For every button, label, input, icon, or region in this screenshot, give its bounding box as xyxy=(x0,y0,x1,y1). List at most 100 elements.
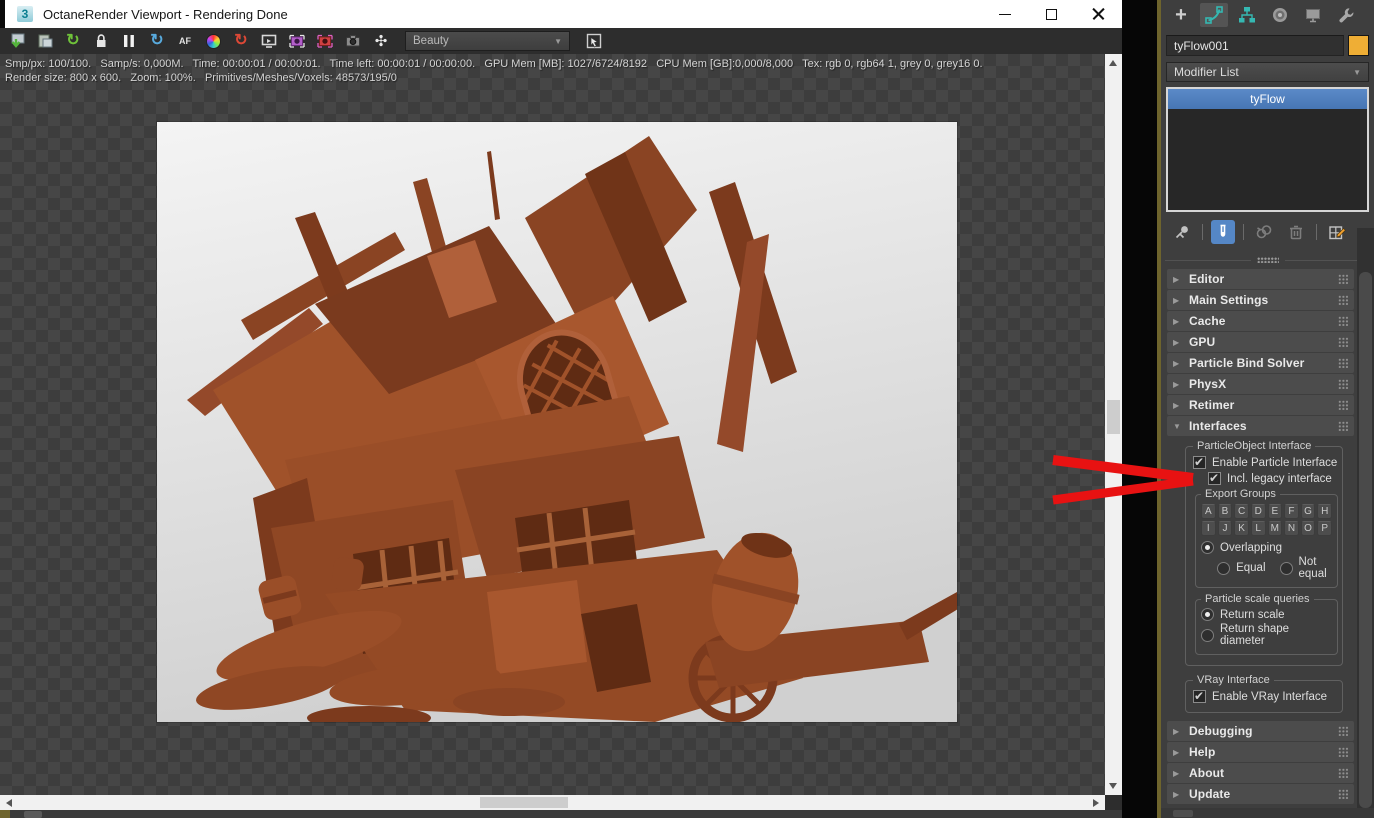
rollout-main-settings[interactable]: Main Settings xyxy=(1167,290,1354,310)
render-viewport-canvas[interactable]: Smp/px: 100/100. Samp/s: 0,000M. Time: 0… xyxy=(0,54,1105,795)
modifier-stack-item-tyflow[interactable]: tyFlow xyxy=(1168,89,1367,109)
vertical-scrollbar-thumb[interactable] xyxy=(1107,400,1120,434)
purple-camera-icon[interactable] xyxy=(287,31,307,51)
picker-icon[interactable] xyxy=(584,31,604,51)
window-titlebar[interactable]: 3 OctaneRender Viewport - Rendering Done xyxy=(0,0,1122,28)
rollout-label: GPU xyxy=(1189,335,1216,349)
make-unique-icon[interactable] xyxy=(1252,220,1276,244)
horizontal-scrollbar[interactable] xyxy=(0,795,1105,810)
export-group-d-button[interactable]: D xyxy=(1250,504,1266,519)
render-image[interactable] xyxy=(157,122,957,722)
horizontal-scrollbar-thumb[interactable] xyxy=(480,797,568,808)
scroll-left-icon[interactable] xyxy=(6,799,12,807)
camera-icon[interactable] xyxy=(343,31,363,51)
rollout-about[interactable]: About xyxy=(1167,763,1354,783)
object-color-swatch[interactable] xyxy=(1348,35,1369,56)
rollout-physx[interactable]: PhysX xyxy=(1167,374,1354,394)
expand-arrow-icon xyxy=(1173,769,1181,778)
object-name-input[interactable]: tyFlow001 xyxy=(1166,35,1344,56)
save-image-button[interactable] xyxy=(7,31,27,51)
tab-utilities[interactable] xyxy=(1332,3,1360,27)
scroll-down-icon[interactable] xyxy=(1109,783,1117,789)
rollout-update[interactable]: Update xyxy=(1167,784,1354,804)
monitor-icon[interactable] xyxy=(259,31,279,51)
pin-stack-icon[interactable] xyxy=(1170,220,1194,244)
rollout-help[interactable]: Help xyxy=(1167,742,1354,762)
overlapping-radio[interactable]: Overlapping xyxy=(1201,541,1334,554)
lock-icon[interactable] xyxy=(91,31,111,51)
export-group-p-button[interactable]: P xyxy=(1317,521,1332,536)
color-wheel-icon[interactable] xyxy=(203,31,223,51)
return-scale-radio[interactable]: Return scale xyxy=(1201,608,1334,621)
rollout-label: Cache xyxy=(1189,314,1226,328)
radio-label: Equal xyxy=(1236,562,1266,574)
remove-modifier-icon[interactable] xyxy=(1284,220,1308,244)
render-pass-dropdown[interactable]: Beauty xyxy=(405,31,570,51)
separator xyxy=(1243,224,1244,240)
pause-icon[interactable] xyxy=(119,31,139,51)
export-group-e-button[interactable]: E xyxy=(1267,504,1283,519)
panel-scrollbar[interactable] xyxy=(1357,228,1374,818)
group-title: ParticleObject Interface xyxy=(1197,440,1312,452)
tab-modify[interactable] xyxy=(1200,3,1228,27)
show-end-result-button[interactable] xyxy=(1211,220,1235,244)
panel-bottom-edge xyxy=(1161,808,1374,818)
radio-selected-icon xyxy=(1201,608,1214,621)
window-left-edge xyxy=(0,0,5,28)
rollout-gpu[interactable]: GPU xyxy=(1167,332,1354,352)
collapse-arrow-icon xyxy=(1173,422,1181,431)
return-shape-diameter-radio[interactable]: Return shape diameter xyxy=(1201,623,1334,647)
autofocus-icon[interactable]: AF xyxy=(175,31,195,51)
export-group-o-button[interactable]: O xyxy=(1300,521,1316,536)
tab-motion[interactable] xyxy=(1266,3,1294,27)
export-group-h-button[interactable]: H xyxy=(1317,504,1332,519)
modify-icon xyxy=(1205,6,1223,24)
export-group-c-button[interactable]: C xyxy=(1234,504,1249,519)
rollout-interfaces[interactable]: Interfaces xyxy=(1167,416,1354,436)
restart-render-icon[interactable]: ↻ xyxy=(63,31,83,51)
export-group-k-button[interactable]: K xyxy=(1234,521,1249,536)
modifier-list-label: Modifier List xyxy=(1174,65,1239,79)
minimize-button[interactable] xyxy=(981,0,1028,28)
rollout-particle-bind-solver[interactable]: Particle Bind Solver xyxy=(1167,353,1354,373)
export-group-f-button[interactable]: F xyxy=(1284,504,1299,519)
rollout-cache[interactable]: Cache xyxy=(1167,311,1354,331)
rollout-debugging[interactable]: Debugging xyxy=(1167,721,1354,741)
export-group-j-button[interactable]: J xyxy=(1217,521,1233,536)
scroll-up-icon[interactable] xyxy=(1109,60,1117,66)
modifier-list-dropdown[interactable]: Modifier List xyxy=(1166,62,1369,82)
incl-legacy-interface-checkbox[interactable]: Incl. legacy interface xyxy=(1208,471,1338,485)
export-group-i-button[interactable]: I xyxy=(1201,521,1216,536)
enable-particle-interface-checkbox[interactable]: Enable Particle Interface xyxy=(1193,455,1338,469)
enable-vray-interface-checkbox[interactable]: Enable VRay Interface xyxy=(1193,689,1338,703)
export-group-b-button[interactable]: B xyxy=(1217,504,1233,519)
copy-image-button[interactable] xyxy=(35,31,55,51)
region-refresh-icon[interactable]: ↻ xyxy=(231,31,251,51)
export-group-n-button[interactable]: N xyxy=(1284,521,1299,536)
equal-radio[interactable] xyxy=(1217,561,1231,575)
vertical-scrollbar[interactable] xyxy=(1105,54,1122,795)
not-equal-radio[interactable] xyxy=(1279,561,1293,575)
tab-hierarchy[interactable] xyxy=(1233,3,1261,27)
divider-drag-handle[interactable] xyxy=(1256,257,1279,263)
panel-scrollbar-thumb[interactable] xyxy=(1359,272,1372,808)
refresh-icon[interactable]: ↻ xyxy=(147,31,167,51)
rollout-editor[interactable]: Editor xyxy=(1167,269,1354,289)
separator xyxy=(1316,224,1317,240)
maximize-button[interactable] xyxy=(1028,0,1075,28)
checkbox-checked-icon xyxy=(1193,689,1206,703)
red-camera-icon[interactable] xyxy=(315,31,335,51)
scroll-right-icon[interactable] xyxy=(1093,799,1099,807)
export-group-m-button[interactable]: M xyxy=(1267,521,1283,536)
rollout-retimer[interactable]: Retimer xyxy=(1167,395,1354,415)
export-group-g-button[interactable]: G xyxy=(1300,504,1316,519)
export-group-l-button[interactable]: L xyxy=(1250,521,1266,536)
shutter-icon[interactable]: ✣ xyxy=(371,31,391,51)
tab-display[interactable] xyxy=(1299,3,1327,27)
configure-modifier-sets-icon[interactable] xyxy=(1325,220,1349,244)
expand-arrow-icon xyxy=(1173,338,1181,347)
export-group-a-button[interactable]: A xyxy=(1201,504,1216,519)
close-button[interactable] xyxy=(1075,0,1122,28)
tab-create[interactable]: + xyxy=(1167,3,1195,27)
separator xyxy=(1202,224,1203,240)
